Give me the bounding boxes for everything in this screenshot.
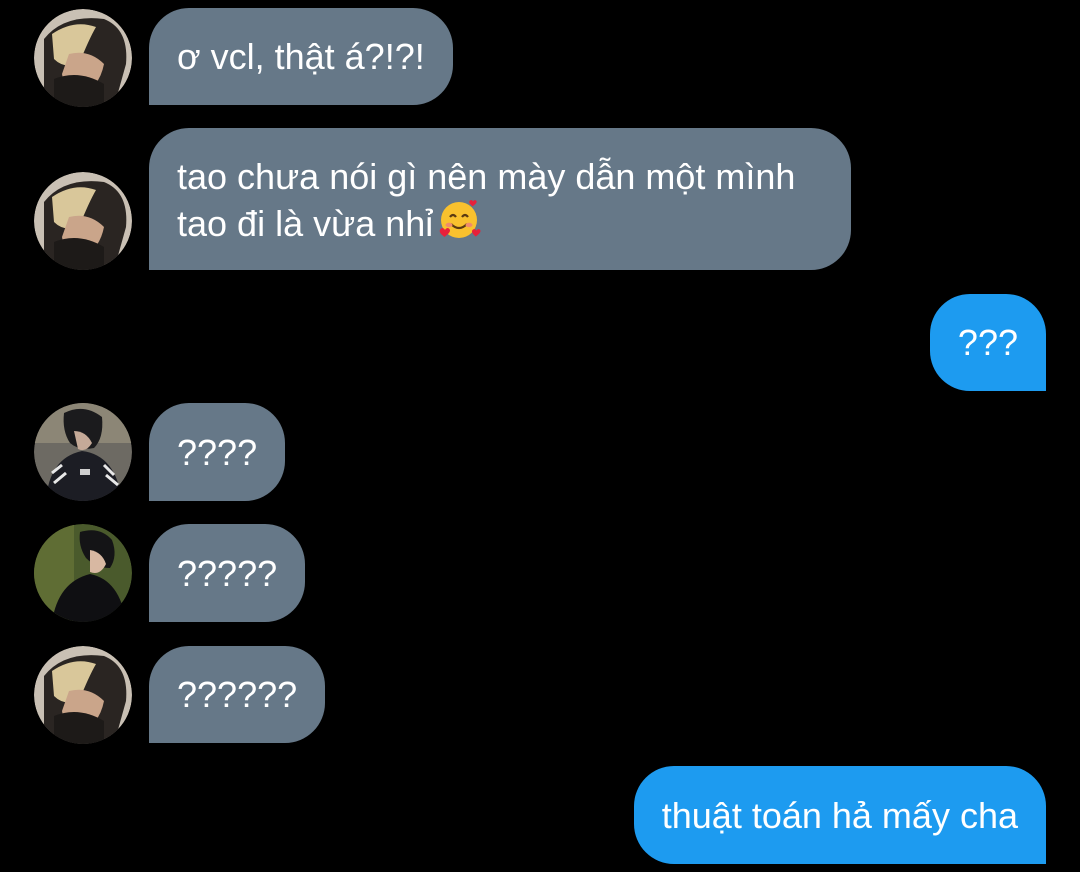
avatar-blonde-hair[interactable]: [34, 646, 132, 744]
avatar-blonde-hair[interactable]: [34, 172, 132, 270]
message-bubble-outgoing[interactable]: ???: [929, 294, 1046, 391]
message-text: ơ vcl, thật á?!?!: [177, 36, 425, 77]
message-bubble-outgoing[interactable]: thuật toán hả mấy cha: [633, 766, 1046, 864]
avatar-tracksuit-guy[interactable]: [34, 403, 132, 501]
message-text: ????: [177, 431, 258, 473]
message-text: ??????: [177, 674, 298, 715]
message-text: thuật toán hả mấy cha: [661, 794, 1018, 836]
message-bubble-incoming[interactable]: ơ vcl, thật á?!?!: [149, 8, 453, 105]
avatar-blonde-hair[interactable]: [34, 9, 132, 107]
message-bubble-incoming[interactable]: tao chưa nói gì nên mày dẫn một mình tao…: [149, 128, 851, 270]
message-text: tao chưa nói gì nên mày dẫn một mình tao…: [177, 155, 823, 251]
message-bubble-incoming[interactable]: ??????: [149, 646, 326, 743]
avatar-dark-hair-green-bg[interactable]: [34, 524, 132, 622]
message-text: ???: [957, 322, 1018, 363]
message-bubble-incoming[interactable]: ????: [149, 403, 286, 501]
message-text: ?????: [177, 552, 278, 594]
smiling-face-with-hearts-emoji: [437, 198, 481, 251]
message-bubble-incoming[interactable]: ?????: [149, 524, 306, 622]
